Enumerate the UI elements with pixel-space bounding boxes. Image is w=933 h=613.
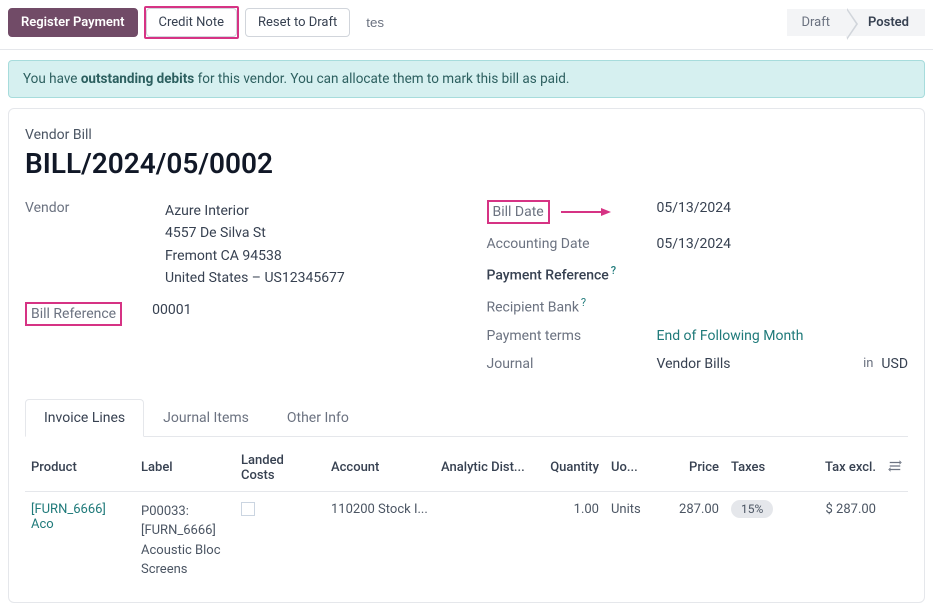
col-product[interactable]: Product [25,443,135,492]
journal-in-label: in [863,356,873,371]
help-icon[interactable]: ? [611,264,616,277]
col-label[interactable]: Label [135,443,235,492]
vendor-addr-line3: United States – US12345677 [165,267,345,289]
recipient-bank-label: Recipient Bank? [487,296,657,316]
alert-bold: outstanding debits [81,71,194,87]
bill-reference-field: Bill Reference 00001 [25,296,447,332]
form-columns: Vendor Azure Interior 4557 De Silva St F… [25,194,908,378]
document-title: BILL/2024/05/0002 [25,147,908,180]
price-cell[interactable]: 287.00 [655,491,725,590]
payment-terms-value[interactable]: End of Following Month [657,328,804,344]
arrow-icon [561,207,611,217]
tax-pill[interactable]: 15% [731,500,773,518]
journal-label: Journal [487,356,657,372]
taxes-cell[interactable]: 15% [725,491,785,590]
credit-note-highlight: Credit Note [144,6,239,39]
col-options[interactable] [882,443,908,492]
left-column: Vendor Azure Interior 4557 De Silva St F… [25,194,447,378]
payment-terms-label: Payment terms [487,328,657,344]
product-cell[interactable]: [FURN_6666] Aco [31,502,106,532]
vendor-label: Vendor [25,200,165,216]
journal-value-wrap: Vendor Bills in USD [657,356,909,372]
col-price[interactable]: Price [655,443,725,492]
col-tax-excl[interactable]: Tax excl. [785,443,882,492]
bill-reference-value[interactable]: 00001 [152,302,191,318]
tax-excl-cell: $ 287.00 [785,491,882,590]
invoice-lines-table: Product Label Landed Costs Account Analy… [25,443,908,590]
bill-date-field: Bill Date 05/13/2024 [487,194,909,230]
landed-cell[interactable] [235,491,325,590]
help-icon[interactable]: ? [581,296,586,309]
status-draft[interactable]: Draft [787,9,846,36]
payment-terms-field: Payment terms End of Following Month [487,322,909,350]
recipient-bank-field: Recipient Bank? [487,290,909,322]
tab-invoice-lines[interactable]: Invoice Lines [25,399,144,437]
col-analytic[interactable]: Analytic Dist... [435,443,535,492]
tabs: Invoice Lines Journal Items Other Info [25,398,908,437]
label-cell[interactable]: P00033: [FURN_6666] Acoustic Bloc Screen… [135,491,235,590]
status-bar: Draft Posted [787,9,925,36]
col-quantity[interactable]: Quantity [535,443,605,492]
credit-note-button[interactable]: Credit Note [146,8,237,37]
alert-post: for this vendor. You can allocate them t… [194,71,569,87]
reset-to-draft-button[interactable]: Reset to Draft [245,8,350,37]
document-type: Vendor Bill [25,127,908,143]
bill-reference-label: Bill Reference [25,302,122,326]
columns-options-icon [888,459,902,473]
quantity-cell[interactable]: 1.00 [535,491,605,590]
bill-reference-label-wrap: Bill Reference [25,302,122,326]
accounting-date-label: Accounting Date [487,236,657,252]
toolbar: Register Payment Credit Note Reset to Dr… [0,0,933,50]
table-header-row: Product Label Landed Costs Account Analy… [25,443,908,492]
journal-value[interactable]: Vendor Bills [657,356,856,372]
col-uom[interactable]: Uo... [605,443,655,492]
col-account[interactable]: Account [325,443,435,492]
table-row[interactable]: [FURN_6666] Aco P00033: [FURN_6666] Acou… [25,491,908,590]
form-sheet: Vendor Bill BILL/2024/05/0002 Vendor Azu… [8,108,925,603]
accounting-date-field: Accounting Date 05/13/2024 [487,230,909,258]
outstanding-debits-alert: You have outstanding debits for this ven… [8,60,925,98]
alert-pre: You have [23,71,81,87]
journal-currency[interactable]: USD [881,356,908,372]
landed-checkbox[interactable] [241,502,255,516]
right-column: Bill Date 05/13/2024 Accounting Date 05/… [487,194,909,378]
vendor-addr-line1: 4557 De Silva St [165,222,345,244]
journal-field: Journal Vendor Bills in USD [487,350,909,378]
bill-date-value[interactable]: 05/13/2024 [657,200,732,216]
bill-date-label-wrap: Bill Date [487,200,657,224]
payment-reference-label: Payment Reference? [487,264,657,284]
col-landed[interactable]: Landed Costs [235,443,325,492]
account-cell[interactable]: 110200 Stock I... [325,491,435,590]
col-taxes[interactable]: Taxes [725,443,785,492]
tes-button[interactable]: tes [356,9,394,36]
vendor-addr-line2: Fremont CA 94538 [165,245,345,267]
vendor-field: Vendor Azure Interior 4557 De Silva St F… [25,194,447,296]
register-payment-button[interactable]: Register Payment [8,8,138,37]
payment-reference-field: Payment Reference? [487,258,909,290]
bill-date-label: Bill Date [487,200,550,224]
analytic-cell[interactable] [435,491,535,590]
vendor-name-link[interactable]: Azure Interior [165,200,345,222]
accounting-date-value[interactable]: 05/13/2024 [657,236,732,252]
tab-other-info[interactable]: Other Info [268,399,368,437]
tab-journal-items[interactable]: Journal Items [144,399,268,437]
vendor-value: Azure Interior 4557 De Silva St Fremont … [165,200,345,290]
uom-cell[interactable]: Units [605,491,655,590]
